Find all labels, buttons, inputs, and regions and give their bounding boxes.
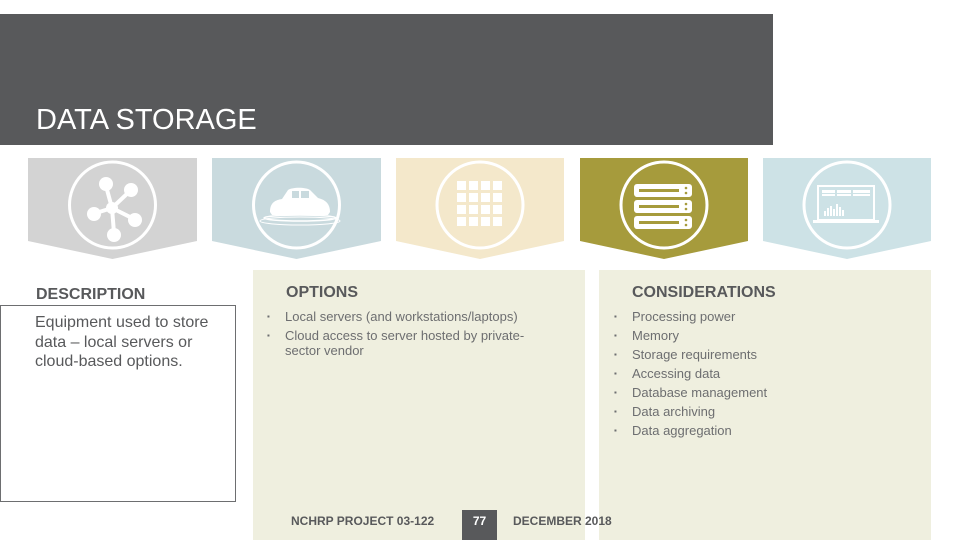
- description-heading: DESCRIPTION: [36, 286, 146, 303]
- considerations-item: Storage requirements: [614, 347, 914, 362]
- description-text: Equipment used to store data – local ser…: [35, 314, 209, 370]
- title-banner: DATA STORAGE: [0, 14, 773, 145]
- slide-title: DATA STORAGE: [36, 104, 257, 136]
- considerations-item: Database management: [614, 385, 914, 400]
- options-heading: OPTIONS: [286, 284, 359, 301]
- considerations-item: Data archiving: [614, 404, 914, 419]
- considerations-item: Data aggregation: [614, 423, 914, 438]
- banner-grid: [396, 158, 565, 259]
- options-item: Local servers (and workstations/laptops): [267, 309, 557, 324]
- banner-connected-car: [212, 158, 381, 259]
- considerations-heading: CONSIDERATIONS: [632, 284, 776, 301]
- footer-date: DECEMBER 2018: [513, 514, 612, 528]
- considerations-list: Processing power Memory Storage requirem…: [614, 309, 914, 438]
- page-number: 77: [472, 514, 487, 528]
- considerations-item: Processing power: [614, 309, 914, 324]
- footer-project: NCHRP PROJECT 03-122: [291, 514, 435, 528]
- banner-network: [28, 158, 197, 259]
- options-list: Local servers (and workstations/laptops)…: [267, 309, 557, 358]
- banner-server: [580, 158, 749, 259]
- considerations-panel: CONSIDERATIONS Processing power Memory S…: [599, 270, 931, 540]
- banner-laptop: [763, 158, 932, 259]
- considerations-item: Accessing data: [614, 366, 914, 381]
- page-number-box: 77: [462, 510, 497, 540]
- considerations-item: Memory: [614, 328, 914, 343]
- options-item: Cloud access to server hosted by private…: [267, 328, 557, 358]
- options-panel: OPTIONS Local servers (and workstations/…: [253, 270, 585, 540]
- server-stack-icon: [634, 184, 692, 229]
